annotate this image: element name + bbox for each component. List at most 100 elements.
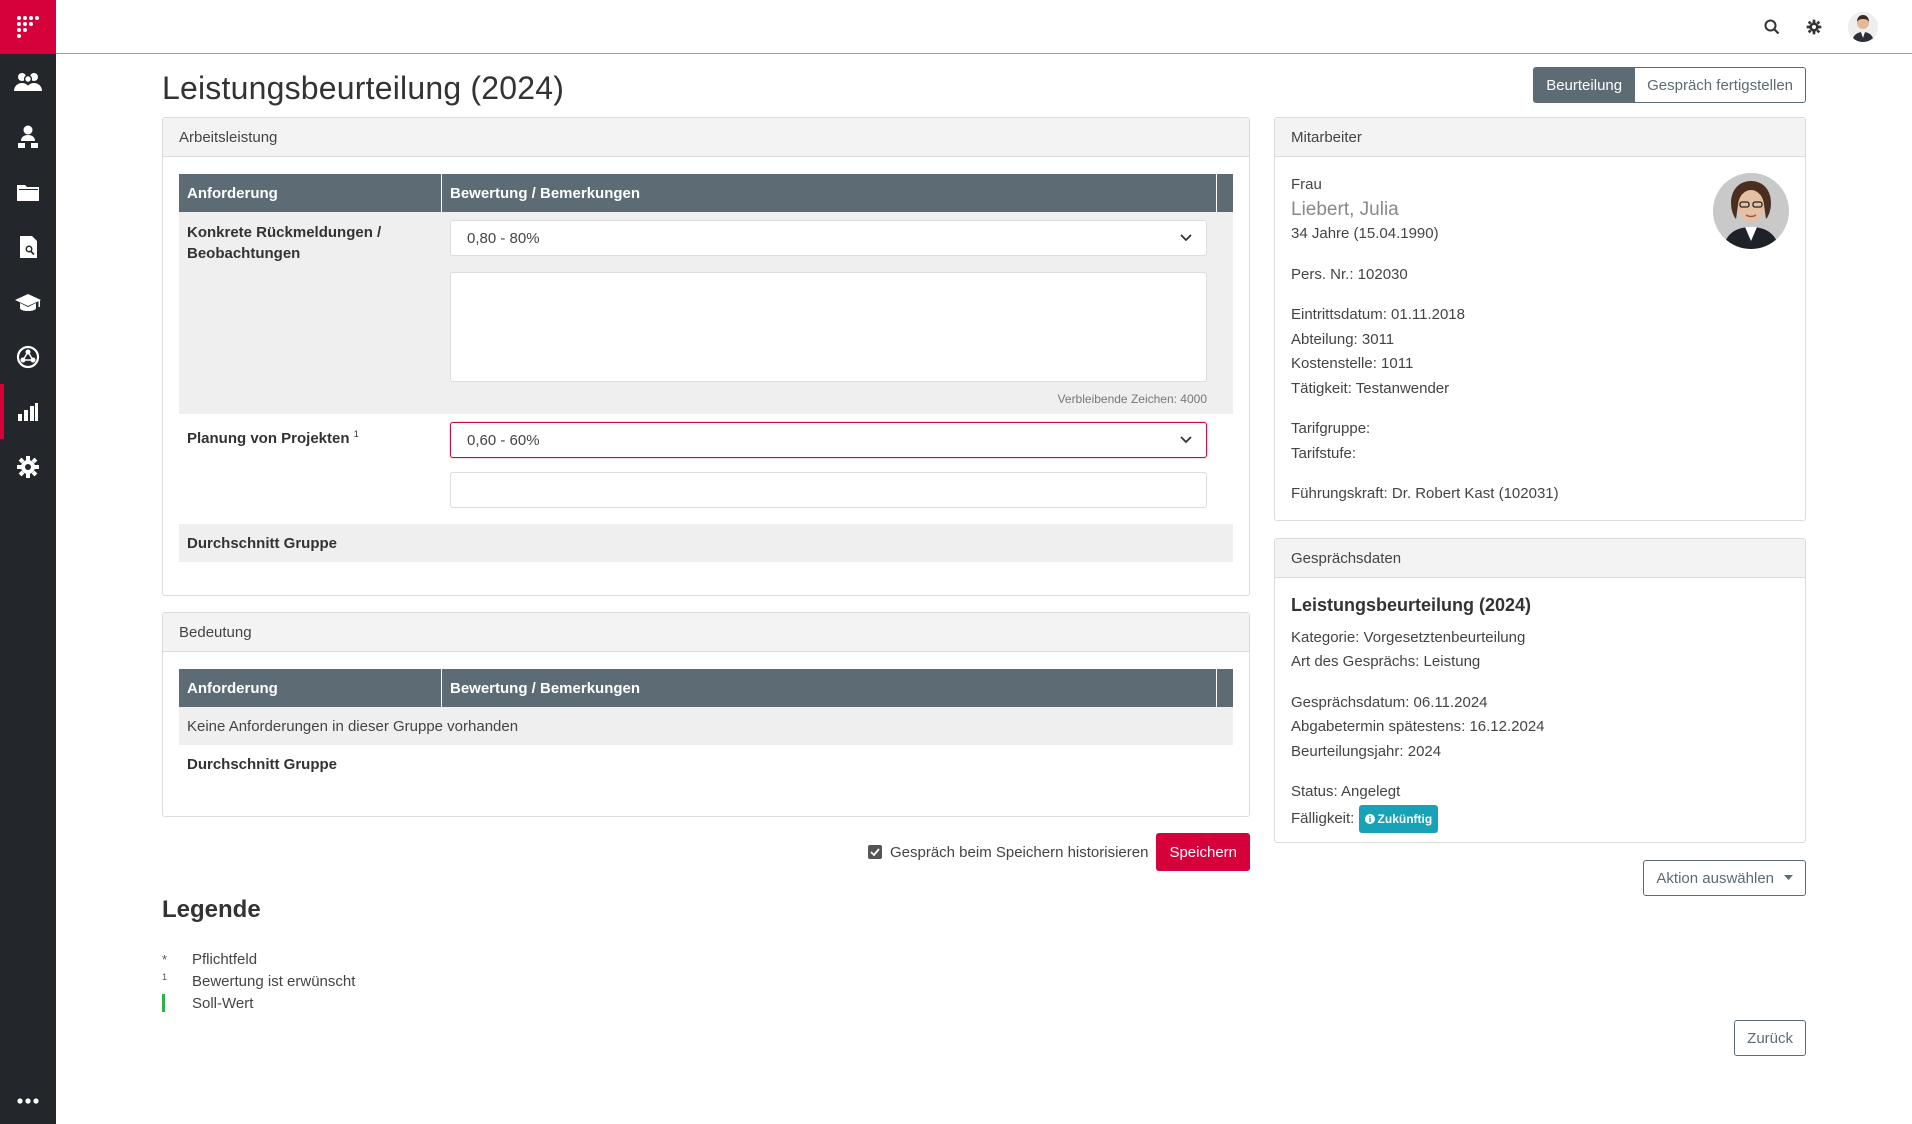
rating-select[interactable]: 0,80 - 80% bbox=[450, 220, 1207, 256]
grid-logo-icon bbox=[17, 16, 39, 38]
rating-select[interactable]: 0,60 - 60% bbox=[450, 422, 1207, 458]
entry-date: Eintrittsdatum: 01.11.2018 bbox=[1291, 306, 1465, 323]
chart-icon bbox=[18, 402, 38, 421]
card-title: Arbeitsleistung bbox=[163, 118, 1249, 157]
requirements-table: Anforderung Bewertung / Bemerkungen Kein… bbox=[179, 669, 1233, 783]
employee-info: Frau Liebert, Julia 34 Jahre (15.04.1990… bbox=[1291, 173, 1559, 507]
people-icon bbox=[14, 72, 42, 91]
action-select-label: Aktion auswählen bbox=[1656, 869, 1774, 887]
conversation-date: Gesprächsdatum: 06.11.2024 bbox=[1291, 693, 1488, 711]
more-icon bbox=[17, 1098, 39, 1104]
tariff-group: Tarifgruppe: bbox=[1291, 420, 1371, 437]
requirement-marker: 1 bbox=[353, 429, 359, 439]
check-icon bbox=[870, 848, 880, 856]
employee-photo bbox=[1713, 173, 1789, 249]
table-header: Anforderung Bewertung / Bemerkungen bbox=[179, 669, 1233, 707]
sidebar-item-training[interactable] bbox=[0, 274, 56, 329]
save-area: Gespräch beim Speichern historisieren Sp… bbox=[867, 833, 1250, 871]
tab-gespraech-fertigstellen[interactable]: Gespräch fertigstellen bbox=[1635, 67, 1806, 103]
remaining-chars: Verbleibende Zeichen: 4000 bbox=[1057, 392, 1207, 406]
sidebar-item-reports[interactable] bbox=[0, 384, 56, 439]
tab-beurteilung[interactable]: Beurteilung bbox=[1533, 67, 1636, 103]
chevron-down-icon bbox=[1180, 234, 1192, 242]
document-search-icon bbox=[20, 235, 37, 258]
legend-symbol: 1 bbox=[162, 972, 168, 982]
sidebar-item-organisation[interactable] bbox=[0, 109, 56, 164]
requirement-label: Konkrete Rückmeldungen / Beobachtungen bbox=[187, 224, 382, 262]
remarks-textarea[interactable] bbox=[450, 472, 1207, 508]
requirement-label-cell: Planung von Projekten 1 bbox=[179, 414, 442, 516]
legend-item: * Pflichtfeld bbox=[162, 948, 355, 970]
settings-icon bbox=[17, 455, 39, 478]
activity: Tätigkeit: Testanwender bbox=[1291, 379, 1450, 397]
sidebar-item-documents[interactable] bbox=[0, 219, 56, 274]
employee-name: Liebert, Julia bbox=[1291, 198, 1399, 220]
conversation-info: Leistungsbeurteilung (2024) Kategorie: V… bbox=[1291, 593, 1789, 833]
sidebar-item-network[interactable] bbox=[0, 329, 56, 384]
table-header: Anforderung Bewertung / Bemerkungen bbox=[179, 174, 1233, 212]
department: Abteilung: 3011 bbox=[1291, 330, 1395, 348]
back-button[interactable]: Zurück bbox=[1734, 1020, 1806, 1056]
org-icon bbox=[18, 125, 38, 148]
search-icon[interactable] bbox=[1764, 19, 1780, 35]
table-row: Konkrete Rückmeldungen / Beobachtungen 0… bbox=[179, 212, 1233, 414]
group-average: Durchschnitt Gruppe bbox=[187, 755, 338, 773]
sidebar-item-people[interactable] bbox=[0, 54, 56, 109]
legend-text: Pflichtfeld bbox=[192, 950, 258, 968]
employee-photo-image bbox=[1713, 173, 1789, 249]
bedeutung-card: Bedeutung Anforderung Bewertung / Bemerk… bbox=[162, 612, 1250, 817]
history-checkbox[interactable] bbox=[867, 845, 882, 859]
rating-value: 0,80 - 80% bbox=[467, 229, 540, 247]
col-rating: Bewertung / Bemerkungen bbox=[442, 174, 1217, 212]
chevron-down-icon bbox=[1180, 436, 1192, 444]
table-row: Planung von Projekten 1 0,60 - 60% bbox=[179, 414, 1233, 516]
col-rating: Bewertung / Bemerkungen bbox=[442, 669, 1217, 707]
requirements-table: Anforderung Bewertung / Bemerkungen Konk… bbox=[179, 174, 1233, 562]
user-avatar[interactable] bbox=[1848, 12, 1878, 42]
employee-card: Mitarbeiter Frau Liebert, Julia 34 Jahre… bbox=[1274, 117, 1806, 521]
info-icon bbox=[1364, 813, 1375, 824]
personnel-number: Pers. Nr.: 102030 bbox=[1291, 265, 1408, 283]
graduation-icon bbox=[15, 293, 41, 311]
due-row: Fälligkeit: Zukünftig bbox=[1291, 804, 1789, 833]
conversation-type: Art des Gesprächs: Leistung bbox=[1291, 653, 1481, 670]
folder-icon bbox=[17, 184, 39, 201]
sidebar-item-files[interactable] bbox=[0, 164, 56, 219]
remarks-textarea[interactable] bbox=[450, 272, 1207, 382]
app-logo[interactable] bbox=[0, 0, 56, 54]
legend: * Pflichtfeld 1 Bewertung ist erwünscht … bbox=[162, 948, 355, 1014]
network-icon bbox=[16, 345, 40, 368]
col-requirement: Anforderung bbox=[179, 174, 442, 212]
more-menu[interactable] bbox=[0, 1098, 56, 1104]
legend-item: 1 Bewertung ist erwünscht bbox=[162, 970, 355, 992]
salutation: Frau bbox=[1291, 176, 1322, 193]
tariff-level: Tarifstufe: bbox=[1291, 444, 1357, 462]
requirement-label: Planung von Projekten bbox=[187, 430, 350, 447]
group-average: Durchschnitt Gruppe bbox=[179, 524, 1233, 562]
save-button[interactable]: Speichern bbox=[1156, 833, 1250, 871]
due-badge-text: Zukünftig bbox=[1377, 811, 1433, 826]
legend-symbol: * bbox=[162, 951, 168, 967]
sidebar-item-settings[interactable] bbox=[0, 439, 56, 494]
deadline: Abgabetermin spätestens: 16.12.2024 bbox=[1291, 718, 1545, 735]
col-requirement: Anforderung bbox=[179, 669, 442, 707]
empty-message: Keine Anforderungen in dieser Gruppe vor… bbox=[179, 707, 1233, 745]
legend-item: Soll-Wert bbox=[162, 992, 355, 1014]
history-label[interactable]: Gespräch beim Speichern historisieren bbox=[890, 844, 1148, 861]
card-title: Gesprächsdaten bbox=[1275, 539, 1805, 578]
conversation-heading: Leistungsbeurteilung (2024) bbox=[1291, 595, 1532, 615]
legend-text: Bewertung ist erwünscht bbox=[192, 972, 356, 990]
arbeitsleistung-card: Arbeitsleistung Anforderung Bewertung / … bbox=[162, 117, 1250, 596]
card-title: Bedeutung bbox=[163, 613, 1249, 652]
card-title: Mitarbeiter bbox=[1275, 118, 1805, 157]
employee-age: 34 Jahre (15.04.1990) bbox=[1291, 225, 1439, 242]
due-label: Fälligkeit: bbox=[1291, 809, 1355, 827]
topbar bbox=[56, 0, 1912, 54]
view-tabs: Beurteilung Gespräch fertigstellen bbox=[1533, 67, 1806, 103]
action-select[interactable]: Aktion auswählen bbox=[1643, 860, 1806, 896]
legend-text: Soll-Wert bbox=[192, 994, 254, 1012]
manager: Führungskraft: Dr. Robert Kast (102031) bbox=[1291, 485, 1559, 502]
caret-down-icon bbox=[1784, 875, 1793, 880]
gear-icon[interactable] bbox=[1806, 19, 1822, 35]
status: Status: Angelegt bbox=[1291, 783, 1401, 800]
